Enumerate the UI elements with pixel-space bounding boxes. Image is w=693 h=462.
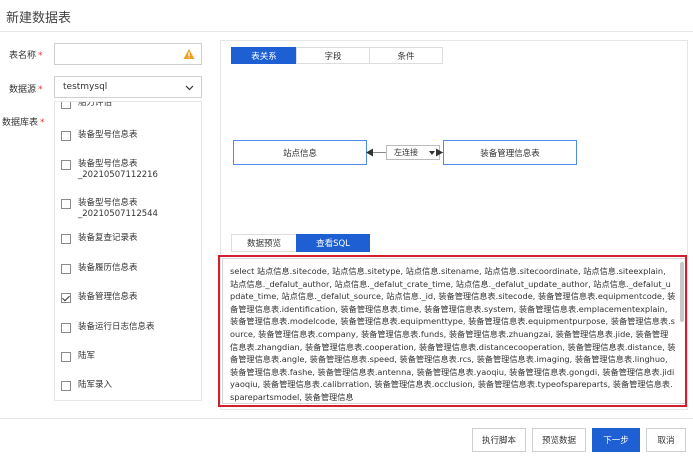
tab-fields[interactable]: 字段	[296, 47, 370, 64]
title-divider	[0, 31, 693, 32]
list-item[interactable]: 装备履历信息表	[61, 263, 188, 274]
table-name-label: 表名称 *	[9, 51, 43, 61]
datasource-label: 数据源 *	[9, 85, 43, 95]
list-item[interactable]: 装备型号信息表	[61, 130, 188, 141]
tab-data-preview[interactable]: 数据预览	[231, 234, 297, 252]
checkbox-checked[interactable]	[61, 293, 71, 303]
top-tabs: 表关系 字段 条件	[231, 47, 443, 64]
next-button[interactable]: 下一步	[592, 428, 640, 452]
right-table-node[interactable]: 装备管理信息表	[443, 140, 577, 165]
left-table-node[interactable]: 站点信息	[233, 140, 367, 165]
tab-conditions[interactable]: 条件	[369, 47, 443, 64]
dialog-title: 新建数据表	[6, 11, 72, 26]
list-item[interactable]: 装备运行日志信息表	[61, 322, 188, 333]
checkbox[interactable]	[61, 381, 71, 391]
arrow-right-icon	[436, 148, 443, 157]
checkbox[interactable]	[61, 264, 71, 274]
list-item[interactable]: 陆军	[61, 351, 188, 362]
table-name-input[interactable]	[54, 43, 202, 65]
list-item[interactable]: 装备管理信息表	[61, 292, 188, 303]
cancel-button[interactable]: 取消	[646, 428, 686, 452]
relation-canvas[interactable]: 站点信息 左连接 装备管理信息表	[221, 66, 687, 232]
run-script-button[interactable]: 执行脚本	[472, 428, 526, 452]
list-item[interactable]: 装备型号信息表_20210507112216	[61, 159, 188, 181]
warning-icon	[183, 49, 195, 59]
checkbox[interactable]	[61, 323, 71, 333]
checkbox[interactable]	[61, 352, 71, 362]
list-item[interactable]: 装备型号信息表_20210507112544	[61, 198, 188, 220]
footer-divider	[0, 418, 693, 419]
tab-view-sql[interactable]: 查看SQL	[296, 234, 370, 252]
list-item[interactable]: 船力评估	[61, 102, 188, 109]
join-type-select[interactable]: 左连接	[386, 145, 440, 160]
list-item[interactable]: 装备复查记录表	[61, 233, 188, 244]
table-list[interactable]: 船力评估 装备型号信息表 装备型号信息表_20210507112216 装备型号…	[54, 101, 202, 401]
preview-data-button[interactable]: 预览数据	[532, 428, 586, 452]
bottom-tabs: 数据预览 查看SQL	[231, 234, 370, 252]
highlight-frame	[218, 255, 687, 407]
checkbox[interactable]	[61, 234, 71, 244]
list-item[interactable]: 陆军录入	[61, 380, 188, 391]
checkbox[interactable]	[61, 160, 71, 170]
datasource-select[interactable]: testmysql	[54, 76, 202, 98]
chevron-down-icon	[185, 85, 194, 91]
arrow-left-icon	[366, 148, 373, 157]
tab-relations[interactable]: 表关系	[231, 47, 297, 64]
checkbox[interactable]	[61, 131, 71, 141]
checkbox[interactable]	[61, 199, 71, 209]
tables-label: 数据库表 *	[2, 118, 45, 128]
checkbox[interactable]	[61, 102, 71, 109]
